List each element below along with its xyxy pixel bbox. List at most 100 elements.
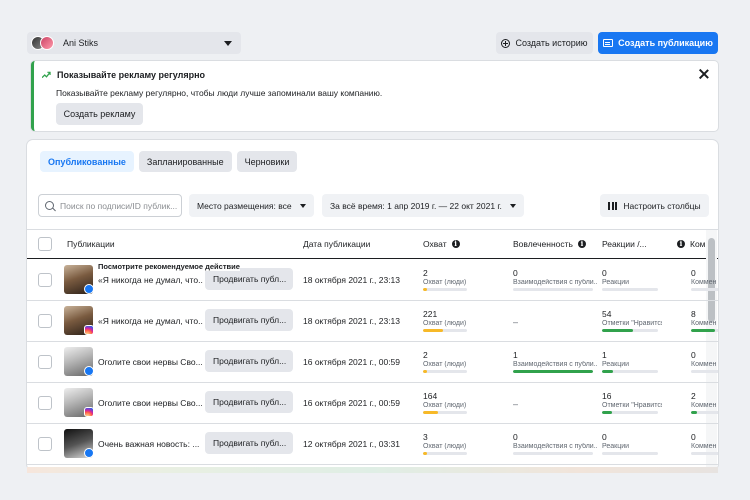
table-row[interactable]: Оголите свои нервы Сво... Продвигать публ… [27,342,718,383]
search-icon [45,201,54,210]
engagement-bar [513,452,593,455]
reach-value: 2 [423,268,428,278]
column-date-label: Дата публикации [303,239,371,249]
reach-value: 221 [423,309,438,319]
page-bottom-strip [27,467,718,473]
reactions-label: Реакции [602,279,630,286]
reactions-label: Отметки "Нравится" [602,320,662,327]
reactions-bar [602,370,658,373]
customize-columns-button[interactable]: Настроить столбцы [600,194,709,217]
reach-bar [423,329,467,332]
comments-label: Коммен [691,279,717,286]
reach-metric: 3 Охват (люди) [423,432,471,455]
reach-label: Охват (люди) [423,320,467,327]
publish-date: 12 октября 2021 г., 03:31 [303,439,401,449]
tab-published[interactable]: Опубликованные [40,151,134,172]
account-name: Ani Stiks [63,38,99,48]
table-row[interactable]: Очень важная новость: ... Продвигать публ… [27,424,718,465]
reactions-metric: 16 Отметки "Нравится" [602,391,662,414]
promote-post-button[interactable]: Продвигать публ... [205,309,293,331]
column-reach[interactable]: Охват [423,239,460,249]
row-checkbox[interactable] [38,355,52,369]
comments-metric: 0 Коммен [691,268,718,291]
row-checkbox[interactable] [38,437,52,451]
row-checkbox[interactable] [38,314,52,328]
column-engagement[interactable]: Вовлеченность [513,239,586,249]
column-engagement-label: Вовлеченность [513,239,573,249]
tab-drafts[interactable]: Черновики [236,151,298,172]
publish-date: 16 октября 2021 г., 00:59 [303,357,401,367]
promote-post-button[interactable]: Продвигать публ... [205,391,293,413]
select-all-checkbox[interactable] [38,237,52,251]
publish-date: 18 октября 2021 г., 23:13 [303,275,401,285]
table-row[interactable]: «Я никогда не думал, что... Продвигать пу… [27,260,718,301]
placement-dropdown[interactable]: Место размещения: все [189,194,314,217]
engagement-empty: – [513,317,519,327]
account-selector[interactable]: Ani Stiks [27,32,241,54]
columns-icon [608,201,618,210]
reactions-value: 16 [602,391,612,401]
instagram-icon [84,407,94,417]
comments-metric: 0 Коммен [691,432,718,455]
facebook-icon [84,366,94,376]
promote-post-button[interactable]: Продвигать публ... [205,350,293,372]
column-reach-label: Охват [423,239,447,249]
info-icon[interactable] [577,239,586,248]
reactions-value: 0 [602,432,607,442]
reactions-bar [602,288,658,291]
close-icon[interactable] [699,69,709,79]
chevron-down-icon [224,40,232,46]
promote-post-button[interactable]: Продвигать публ... [205,432,293,454]
reach-metric: 2 Охват (люди) [423,350,471,373]
post-text[interactable]: Оголите свои нервы Сво... [98,398,203,408]
search-placeholder: Поиск по подписи/ID публик... [60,200,178,211]
info-icon[interactable] [677,239,685,248]
reactions-value: 1 [602,350,607,360]
reactions-metric: 54 Отметки "Нравится" [602,309,662,332]
row-checkbox[interactable] [38,396,52,410]
engagement-value: 1 [513,350,518,360]
banner-title: Показывайте рекламу регулярно [57,70,206,80]
facebook-icon [84,284,94,294]
engagement-metric: 0 Взаимодействия с публи... [513,268,597,291]
row-checkbox[interactable] [38,273,52,287]
column-posts[interactable]: Публикации [67,239,115,249]
column-reactions[interactable]: Реакции /... [602,239,647,249]
create-post-button[interactable]: Создать публикацию [598,32,718,54]
info-icon[interactable] [451,239,460,248]
search-input[interactable]: Поиск по подписи/ID публик... [38,194,182,217]
create-ad-button[interactable]: Создать рекламу [56,103,143,125]
engagement-bar [513,288,593,291]
table-row[interactable]: «Я никогда не думал, что... Продвигать пу… [27,301,718,342]
comments-bar [691,329,718,332]
post-text[interactable]: Очень важная новость: ... [98,439,203,449]
chevron-down-icon [299,203,306,208]
reach-label: Охват (люди) [423,279,467,286]
avatar [31,34,54,52]
publish-date: 16 октября 2021 г., 00:59 [303,398,401,408]
reach-label: Охват (люди) [423,361,467,368]
ad-reminder-banner: Показывайте рекламу регулярно Показывайт… [31,61,718,131]
comments-bar [691,411,718,414]
customize-columns-label: Настроить столбцы [623,200,701,211]
reach-bar [423,452,467,455]
column-comments-label: Ком [690,239,706,249]
tab-scheduled[interactable]: Запланированные [138,151,232,172]
table-row[interactable]: Оголите свои нервы Сво... Продвигать публ… [27,383,718,424]
date-range-label: За всё время: 1 апр 2019 г. — 22 окт 202… [330,200,502,211]
post-text[interactable]: Оголите свои нервы Сво... [98,357,203,367]
column-comments[interactable]: Ком [677,239,706,249]
reactions-bar [602,411,658,414]
create-story-button[interactable]: Создать историю [496,32,593,54]
date-range-dropdown[interactable]: За всё время: 1 апр 2019 г. — 22 окт 202… [322,194,524,217]
reach-metric: 221 Охват (люди) [423,309,471,332]
post-text[interactable]: «Я никогда не думал, что... [98,316,203,326]
column-date[interactable]: Дата публикации [303,239,370,249]
comments-label: Коммен [691,402,717,409]
engagement-empty: – [513,399,519,409]
promote-post-button[interactable]: Продвигать публ... [205,268,293,290]
comments-label: Коммен [691,443,717,450]
comments-value: 0 [691,268,696,278]
post-text[interactable]: «Я никогда не думал, что... [98,275,203,285]
reactions-label: Реакции [602,361,630,368]
